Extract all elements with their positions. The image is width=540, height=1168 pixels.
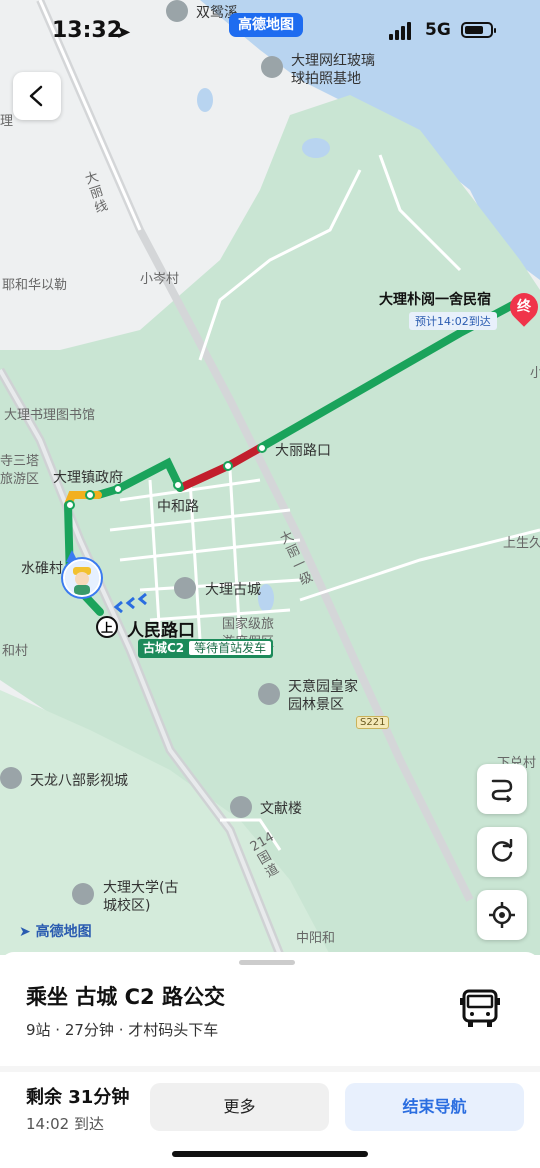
status-time: 13:32 [52, 18, 123, 43]
poi-icon[interactable] [230, 796, 252, 818]
map-label: 寺三塔 [0, 454, 40, 469]
refresh-icon [491, 839, 513, 862]
map-label: 理 [0, 114, 14, 129]
boarding-stop-label[interactable]: 人民路口 [127, 616, 195, 641]
bus-wait-status: 等待首站发车 [189, 641, 272, 655]
map-label: 球拍照基地 [291, 71, 361, 87]
map-label: 上生久 [503, 536, 540, 551]
map-label: 和村 [2, 644, 29, 659]
map-view[interactable]: 双鸳溪 大理网红玻璃 球拍照基地 理 大丽线 耶和华以勒 小岑村 大理书理图书馆… [0, 0, 540, 955]
map-label: 国家级旅 [222, 617, 275, 632]
road-number-badge: S221 [356, 716, 390, 729]
map-label: 文献楼 [260, 801, 302, 817]
map-label: 大理书理图书馆 [4, 408, 96, 423]
map-label: 大理大学(古 [103, 880, 179, 896]
map-label: 天龙八部影视城 [30, 773, 128, 789]
avatar-icon [65, 561, 99, 595]
destination-name: 大理朴阅一舍民宿 [379, 292, 491, 308]
app-indicator-pill[interactable]: 高德地图 [229, 13, 303, 37]
map-label: 大理古城 [205, 582, 261, 598]
amap-watermark: ➤ 高德地图 [19, 924, 92, 940]
status-bar: 13:32 ➤ 高德地图 5G [0, 0, 540, 64]
map-label: 旅游区 [0, 472, 40, 487]
end-pin-icon[interactable]: 终 [504, 287, 540, 327]
destination-eta: 预计14:02到达 [409, 312, 497, 330]
map-label: 小岑村 [140, 272, 180, 287]
route-stop [85, 490, 95, 500]
map-label: 天意园皇家 [288, 679, 358, 695]
chevron-left-icon [29, 85, 43, 107]
more-button[interactable]: 更多 [150, 1083, 329, 1131]
map-label: 中阳和 [296, 931, 336, 946]
bus-line-name: 古城C2 [143, 641, 185, 655]
end-navigation-button[interactable]: 结束导航 [345, 1083, 524, 1131]
map-label: 大丽路口 [275, 443, 331, 459]
bus-line-tag[interactable]: 古城C2 等待首站发车 [138, 639, 274, 658]
home-indicator[interactable] [172, 1151, 368, 1157]
amap-logo-icon: ➤ [19, 924, 31, 940]
locate-button[interactable] [477, 890, 527, 940]
route-stop [65, 500, 75, 510]
poi-icon[interactable] [258, 683, 280, 705]
poi-icon[interactable] [174, 577, 196, 599]
route-stop [257, 443, 267, 453]
location-arrow-icon: ➤ [116, 22, 132, 43]
boarding-badge: 上 [96, 616, 118, 638]
destination-callout[interactable]: 大理朴阅一舍民宿 预计14:02到达 [379, 289, 497, 330]
map-label: 耶和华以勒 [2, 278, 68, 293]
route-stop [223, 461, 233, 471]
poi-icon[interactable] [0, 767, 22, 789]
route-options-button[interactable] [477, 764, 527, 814]
route-stop [173, 480, 183, 490]
remaining-time: 剩余 31分钟 [26, 1087, 130, 1108]
map-label: 城校区) [103, 898, 151, 914]
ride-title: 乘坐 古城 C2 路公交 [26, 985, 225, 1009]
locate-icon [489, 902, 515, 928]
map-label: 小 [530, 366, 540, 381]
poi-icon[interactable] [72, 883, 94, 905]
route-switch-icon [491, 779, 513, 802]
map-label: 水碓村 [21, 561, 63, 577]
bottom-sheet[interactable]: 乘坐 古城 C2 路公交 9站 · 27分钟 · 才村码头下车 剩余 31分钟 … [0, 952, 540, 1168]
signal-icon [389, 22, 415, 40]
battery-icon [461, 22, 496, 38]
user-location-avatar [63, 559, 101, 597]
refresh-button[interactable] [477, 827, 527, 877]
network-type: 5G [425, 20, 451, 40]
ride-subtitle: 9站 · 27分钟 · 才村码头下车 [26, 1021, 219, 1039]
map-label: 中和路 [157, 499, 199, 515]
map-label: 园林景区 [288, 697, 344, 713]
bus-icon [460, 989, 500, 1027]
back-button[interactable] [13, 72, 61, 120]
divider [0, 1066, 540, 1072]
map-label: 大理镇政府 [53, 470, 123, 486]
sheet-handle[interactable] [239, 960, 295, 965]
arrival-time: 14:02 到达 [26, 1115, 104, 1133]
